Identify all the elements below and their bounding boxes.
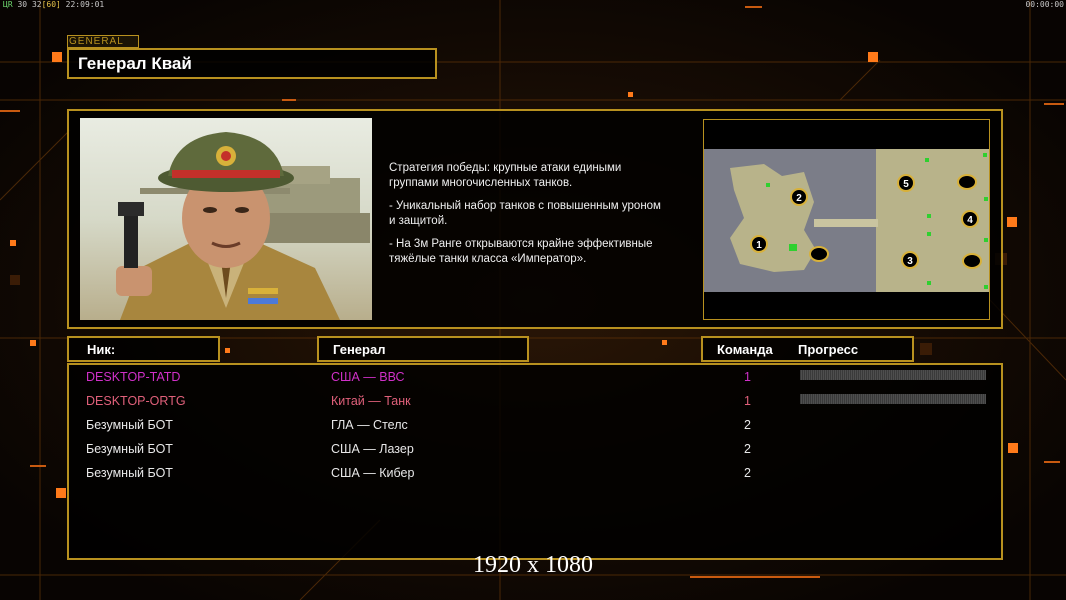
player-general: ГЛА — Стелс — [331, 418, 408, 432]
start-slot-5-label: 5 — [903, 179, 909, 190]
hud-stat-b: 30 — [17, 0, 28, 9]
start-slot-1[interactable]: 1 — [750, 235, 768, 253]
start-slot-2-label: 2 — [796, 193, 802, 204]
player-team: 1 — [744, 394, 751, 408]
hud-stats: ЦR 30 32[60] 22:09:01 — [3, 0, 104, 9]
start-slot-3-label: 3 — [907, 256, 913, 267]
general-tag: GENERAL — [67, 35, 139, 48]
start-slot-4[interactable]: 4 — [961, 210, 979, 228]
resolution-label: 1920 x 1080 — [473, 552, 593, 578]
player-row[interactable]: Безумный БОТ США — Кибер 2 — [69, 462, 1005, 486]
player-nick: DESKTOP-TATD — [86, 370, 181, 384]
general-portrait — [80, 118, 372, 320]
start-slot-2[interactable]: 2 — [790, 188, 808, 206]
player-team: 2 — [744, 442, 751, 456]
hud-stat-d: [60] — [41, 0, 61, 9]
player-progress-bar — [800, 370, 986, 380]
player-nick: Безумный БОТ — [86, 418, 173, 432]
player-nick: DESKTOP-ORTG — [86, 394, 186, 408]
player-general: США — Кибер — [331, 466, 415, 480]
player-team: 1 — [744, 370, 751, 384]
column-header-team-progress: Команда Прогресс — [701, 336, 914, 362]
column-header-nick: Ник: — [67, 336, 220, 362]
description-feature-2: - На 3м Ранге открываются крайне эффекти… — [389, 238, 653, 265]
player-general: Китай — Танк — [331, 394, 411, 408]
hud-stat-a: ЦR — [3, 0, 13, 9]
description-feature-1: - Уникальный набор танков с повышенным у… — [389, 200, 661, 227]
start-slot-5[interactable]: 5 — [897, 174, 915, 192]
start-slot-1-label: 1 — [756, 240, 762, 251]
player-general: США — ВВС — [331, 370, 405, 384]
player-row[interactable]: DESKTOP-TATD США — ВВС 1 — [69, 366, 1005, 390]
player-row[interactable]: DESKTOP-ORTG Китай — Танк 1 — [69, 390, 1005, 414]
column-header-general: Генерал — [317, 336, 529, 362]
hud-clock: 22:09:01 — [65, 0, 105, 9]
description-strategy: Стратегия победы: крупные атаки едиными … — [389, 162, 622, 189]
start-slot-4-label: 4 — [967, 215, 973, 226]
hud-timer: 00:00:00 — [1025, 0, 1064, 9]
player-row[interactable]: Безумный БОТ США — Лазер 2 — [69, 438, 1005, 462]
player-team: 2 — [744, 418, 751, 432]
player-team: 2 — [744, 466, 751, 480]
general-name: Генерал Квай — [67, 48, 437, 79]
player-nick: Безумный БОТ — [86, 466, 173, 480]
column-header-team: Команда — [717, 342, 773, 357]
start-slot-3[interactable]: 3 — [901, 251, 919, 269]
column-header-progress: Прогресс — [798, 342, 859, 357]
minimap[interactable]: 1 2 3 4 5 — [703, 119, 990, 320]
player-nick: Безумный БОТ — [86, 442, 173, 456]
player-row[interactable]: Безумный БОТ ГЛА — Стелс 2 — [69, 414, 1005, 438]
general-description: Стратегия победы: крупные атаки едиными … — [389, 161, 694, 275]
player-general: США — Лазер — [331, 442, 414, 456]
player-progress-bar — [800, 394, 986, 404]
hud-stat-c: 32 — [31, 0, 42, 9]
players-list: DESKTOP-TATD США — ВВС 1 DESKTOP-ORTG Китай … — [67, 363, 1003, 560]
